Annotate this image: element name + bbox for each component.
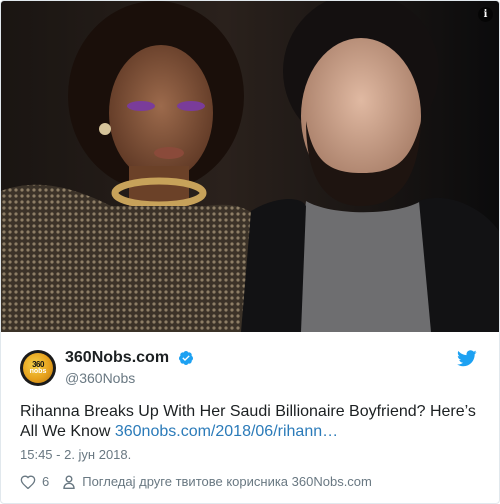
like-count[interactable]: 6 <box>42 474 49 489</box>
tweet-text: Rihanna Breaks Up With Her Saudi Billion… <box>20 402 485 442</box>
embedded-tweet-card: i 360 nobs 360Nobs.com @360Nobs Rihanna … <box>0 0 500 504</box>
twitter-bird-icon[interactable] <box>457 350 477 367</box>
tweet-photo-image <box>1 1 499 332</box>
person-icon <box>63 475 75 489</box>
avatar-text-bottom: nobs <box>29 368 47 375</box>
heart-icon[interactable] <box>20 475 36 489</box>
tweet-photo[interactable]: i <box>1 1 499 332</box>
tweet-actions: 6 Погледај друге твитове корисника 360No… <box>20 474 372 489</box>
account-handle[interactable]: @360Nobs <box>65 370 135 386</box>
tweet-header: 360 nobs 360Nobs.com @360Nobs <box>1 332 499 397</box>
verified-badge-icon <box>178 351 193 365</box>
account-name[interactable]: 360Nobs.com <box>65 349 169 367</box>
tweet-timestamp[interactable]: 15:45 - 2. јун 2018. <box>20 447 131 462</box>
tweet-link[interactable]: 360nobs.com/2018/06/rihann… <box>115 423 338 440</box>
view-more-tweets-link[interactable]: Погледај друге твитове корисника 360Nobs… <box>82 474 372 489</box>
info-icon[interactable]: i <box>478 7 493 22</box>
avatar[interactable]: 360 nobs <box>20 350 56 386</box>
